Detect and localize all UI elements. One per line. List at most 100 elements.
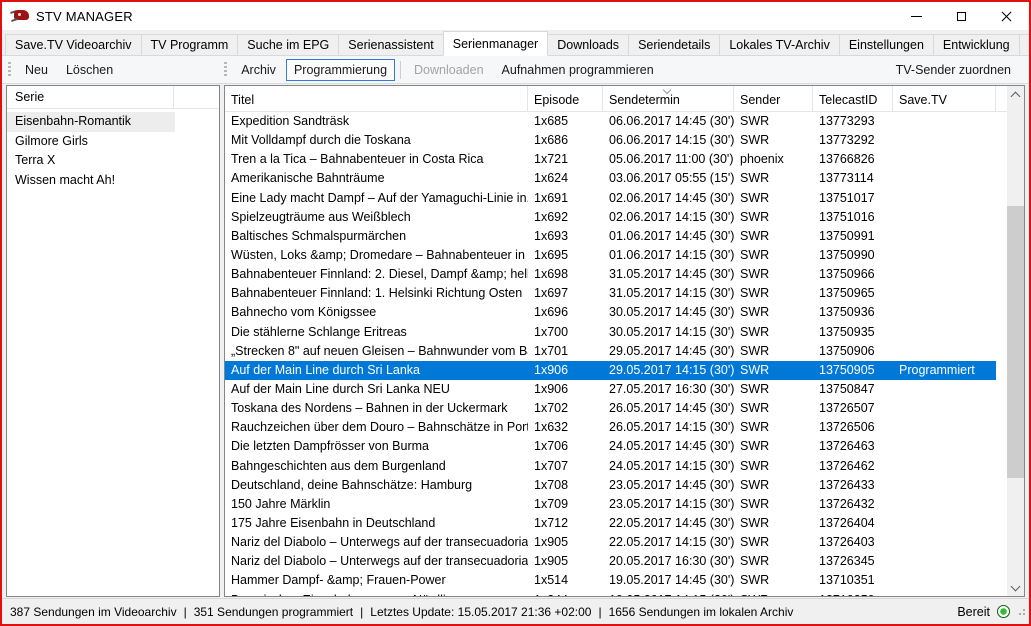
tab-seriendetails[interactable]: Seriendetails — [628, 34, 720, 55]
aufnahmen-programmieren-button[interactable]: Aufnahmen programmieren — [494, 59, 662, 81]
series-list-item[interactable]: Wissen macht Ah! — [7, 171, 175, 191]
table-row[interactable]: Tren a la Tica – Bahnabenteuer in Costa … — [225, 150, 996, 169]
table-row[interactable]: Die letzten Dampfrösser von Burma 1x706 … — [225, 437, 996, 456]
cell-titel: Tren a la Tica – Bahnabenteuer in Costa … — [225, 150, 528, 169]
cell-savetv — [893, 284, 996, 303]
table-row[interactable]: Toskana des Nordens – Bahnen in der Ucke… — [225, 399, 996, 418]
tab-serienmanager[interactable]: Serienmanager — [443, 31, 548, 56]
maximize-button[interactable] — [939, 2, 984, 30]
close-button[interactable] — [984, 2, 1029, 30]
table-row[interactable]: Nariz del Diabolo – Unterwegs auf der tr… — [225, 533, 996, 552]
tab-save-tv-videoarchiv[interactable]: Save.TV Videoarchiv — [5, 34, 142, 55]
cell-sendetermin: 26.05.2017 14:15 (30') — [603, 418, 734, 437]
cell-telecastid: 13750935 — [813, 323, 893, 342]
series-list-item[interactable]: Gilmore Girls — [7, 132, 175, 152]
cell-sendetermin: 06.06.2017 14:15 (30') — [603, 131, 734, 150]
scrollbar-down-button[interactable] — [1007, 579, 1024, 596]
cell-sendetermin: 23.05.2017 14:45 (30') — [603, 476, 734, 495]
cell-episode: 1x906 — [528, 361, 603, 380]
table-row[interactable]: Wüsten, Loks &amp; Dromedare – Bahnabent… — [225, 246, 996, 265]
cell-telecastid: 13726507 — [813, 399, 893, 418]
series-column-header[interactable]: Serie — [7, 86, 173, 108]
table-row[interactable]: „Strecken 8" auf neuen Gleisen – Bahnwun… — [225, 342, 996, 361]
archiv-button[interactable]: Archiv — [233, 59, 284, 81]
tab-lokales-tv-archiv[interactable]: Lokales TV-Archiv — [719, 34, 840, 55]
table-row[interactable]: Expedition Sandträsk 1x685 06.06.2017 14… — [225, 112, 996, 131]
programmierung-button[interactable]: Programmierung — [286, 59, 395, 81]
tab-lokales-tv-archiv[interactable]: Lokales TV-Archiv — [1019, 34, 1031, 55]
tab-einstellungen[interactable]: Einstellungen — [839, 34, 934, 55]
table-row[interactable]: Bahnecho vom Königssee 1x696 30.05.2017 … — [225, 303, 996, 322]
cell-episode: 1x721 — [528, 150, 603, 169]
table-row[interactable]: Eine Lady macht Dampf – Auf der Yamaguch… — [225, 189, 996, 208]
cell-savetv — [893, 571, 996, 590]
cell-sendetermin: 24.05.2017 14:45 (30') — [603, 437, 734, 456]
table-row[interactable]: Bahnabenteuer Finnland: 2. Diesel, Dampf… — [225, 265, 996, 284]
cell-savetv: Programmiert — [893, 361, 996, 380]
column-header-telecastid[interactable]: TelecastID — [813, 86, 893, 111]
cell-telecastid: 13750965 — [813, 284, 893, 303]
series-list-item[interactable]: Eisenbahn-Romantik — [7, 112, 175, 132]
cell-sender: SWR — [734, 457, 813, 476]
column-header-sender[interactable]: Sender — [734, 86, 813, 111]
column-header-sendetermin[interactable]: Sendetermin — [603, 86, 734, 111]
table-row[interactable]: Bahngeschichten aus dem Burgenland 1x707… — [225, 457, 996, 476]
cell-episode: 1x697 — [528, 284, 603, 303]
table-row[interactable]: Auf der Main Line durch Sri Lanka NEU 1x… — [225, 380, 996, 399]
status-item: 351 Sendungen programmiert — [194, 605, 353, 619]
cell-sendetermin: 31.05.2017 14:45 (30') — [603, 265, 734, 284]
cell-sendetermin: 19.05.2017 14:45 (30') — [603, 571, 734, 590]
table-row[interactable]: Rauchzeichen über dem Douro – Bahnschätz… — [225, 418, 996, 437]
downloaden-button[interactable]: Downloaden — [406, 59, 492, 81]
table-row[interactable]: Bahnabenteuer Finnland: 1. Helsinki Rich… — [225, 284, 996, 303]
tab-suche-im-epg[interactable]: Suche im EPG — [237, 34, 339, 55]
cell-sendetermin: 23.05.2017 14:15 (30') — [603, 495, 734, 514]
tab-tv-programm[interactable]: TV Programm — [141, 34, 239, 55]
table-row[interactable]: Hammer Dampf- &amp; Frauen-Power 1x514 1… — [225, 571, 996, 590]
column-header-savetv[interactable]: Save.TV — [893, 86, 996, 111]
l-schen-button[interactable]: Löschen — [58, 59, 121, 81]
table-row[interactable]: 175 Jahre Eisenbahn in Deutschland 1x712… — [225, 514, 996, 533]
cell-sender: SWR — [734, 418, 813, 437]
scrollbar-track[interactable] — [1007, 103, 1024, 579]
table-row[interactable]: Amerikanische Bahnträume 1x624 03.06.201… — [225, 169, 996, 188]
vertical-scrollbar[interactable] — [1007, 86, 1024, 596]
table-row[interactable]: Auf der Main Line durch Sri Lanka 1x906 … — [225, 361, 996, 380]
resize-grip[interactable] — [1016, 606, 1026, 616]
cell-telecastid: 13726463 — [813, 437, 893, 456]
cell-episode: 1x691 — [528, 189, 603, 208]
neu-button[interactable]: Neu — [17, 59, 56, 81]
table-row[interactable]: Nariz del Diabolo – Unterwegs auf der tr… — [225, 552, 996, 571]
cell-telecastid: 13710351 — [813, 571, 893, 590]
tab-entwicklung[interactable]: Entwicklung — [933, 34, 1020, 55]
table-row[interactable]: Die stählerne Schlange Eritreas 1x700 30… — [225, 323, 996, 342]
toolbar-view-section: ArchivProgrammierung DownloadenAufnahmen … — [218, 56, 663, 83]
tab-label: Entwicklung — [943, 38, 1010, 52]
tab-serienassistent[interactable]: Serienassistent — [338, 34, 443, 55]
table-row[interactable]: Baltisches Schmalspurmärchen 1x693 01.06… — [225, 227, 996, 246]
scrollbar-thumb[interactable] — [1007, 206, 1024, 478]
table-row[interactable]: Bayerisches Eisenbahnmuseum Nördlingen 1… — [225, 591, 996, 596]
assign-tv-sender-button[interactable]: TV-Sender zuordnen — [888, 59, 1019, 81]
table-row[interactable]: Mit Volldampf durch die Toskana 1x686 06… — [225, 131, 996, 150]
cell-savetv — [893, 476, 996, 495]
tab-downloads[interactable]: Downloads — [547, 34, 629, 55]
cell-episode: 1x709 — [528, 495, 603, 514]
series-list-item[interactable]: Terra X — [7, 151, 175, 171]
toolbar-grip-icon — [224, 62, 227, 78]
scrollbar-up-button[interactable] — [1007, 86, 1024, 103]
cell-episode: 1x632 — [528, 418, 603, 437]
column-header-episode[interactable]: Episode — [528, 86, 603, 111]
table-row[interactable]: Deutschland, deine Bahnschätze: Hamburg … — [225, 476, 996, 495]
table-row[interactable]: 150 Jahre Märklin 1x709 23.05.2017 14:15… — [225, 495, 996, 514]
cell-sendetermin: 22.05.2017 14:45 (30') — [603, 514, 734, 533]
cell-telecastid: 13726433 — [813, 476, 893, 495]
cell-episode: 1x692 — [528, 208, 603, 227]
column-header-titel[interactable]: Titel — [225, 86, 528, 111]
cell-titel: Baltisches Schmalspurmärchen — [225, 227, 528, 246]
cell-episode: 1x685 — [528, 112, 603, 131]
toolbar-separator — [400, 61, 401, 79]
table-row[interactable]: Spielzeugträume aus Weißblech 1x692 02.0… — [225, 208, 996, 227]
minimize-button[interactable] — [894, 2, 939, 30]
series-panel: Serie Eisenbahn-RomantikGilmore GirlsTer… — [6, 85, 220, 597]
